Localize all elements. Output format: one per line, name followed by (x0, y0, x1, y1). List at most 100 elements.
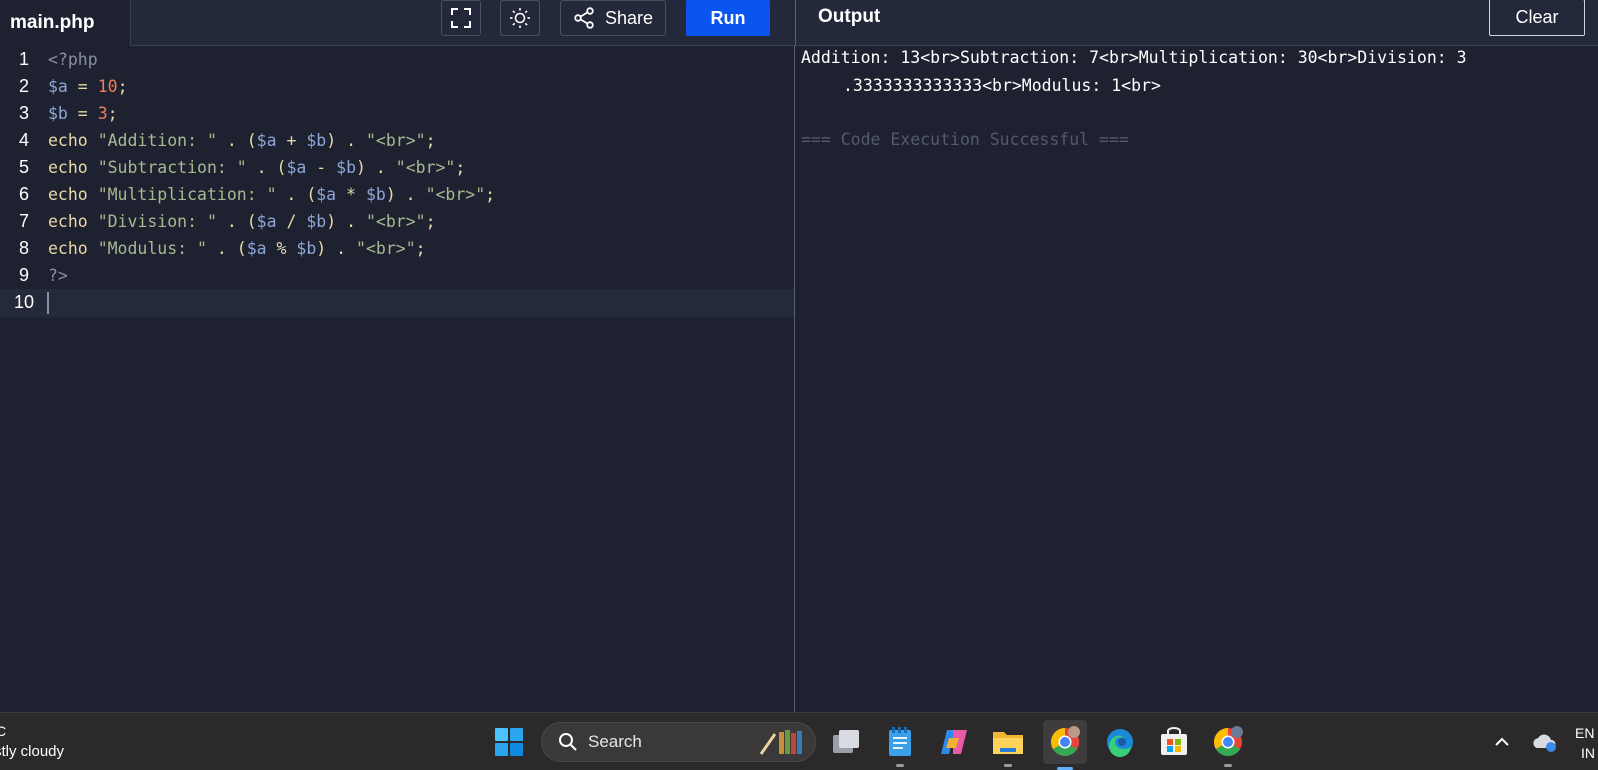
language-line: IN (1581, 745, 1595, 761)
token-op: - (306, 158, 337, 178)
token-string: "<br>" (395, 158, 456, 178)
text-cursor (47, 292, 49, 314)
token-op: ) (385, 185, 396, 205)
running-indicator (1224, 764, 1232, 767)
language-indicator[interactable]: EN IN (1575, 723, 1595, 763)
token-string: "<br>" (425, 185, 486, 205)
code-line: 5 echo "Subtraction: " . ($a - $b) . "<b… (0, 154, 795, 182)
weather-description[interactable]: stly cloudy (0, 743, 64, 760)
token-var: $b (48, 104, 68, 124)
token-string: "Multiplication: " (97, 185, 277, 205)
onedrive-button[interactable] (1526, 723, 1564, 761)
code-line: 4 echo "Addition: " . ($a + $b) . "<br>"… (0, 127, 795, 155)
code-line: 8 echo "Modulus: " . ($a % $b) . "<br>"; (0, 235, 795, 263)
onedrive-icon (1533, 734, 1556, 752)
php-open-tag: <?php (48, 50, 98, 70)
token-op: ( (306, 185, 317, 205)
token-var: $a (256, 212, 277, 232)
token-num: 3 (97, 104, 108, 124)
windows-taskbar: C stly cloudy Search EN IN (0, 712, 1598, 770)
code-line: 2 $a = 10; (0, 73, 795, 101)
code-editor[interactable]: 1 <?php 2 $a = 10; 3 $b = 3; 4 echo "Add… (0, 46, 795, 712)
token-var: $a (246, 239, 267, 259)
output-text-line: .3333333333333<br>Modulus: 1<br> (843, 76, 1161, 95)
token-var: $a (316, 185, 337, 205)
token-op: ; (425, 212, 436, 232)
token-op: % (266, 239, 297, 259)
token-op: = (67, 104, 98, 124)
token-string: "Subtraction: " (97, 158, 247, 178)
token-op: ; (485, 185, 496, 205)
line-number: 10 (13, 292, 35, 313)
token-var: $a (256, 131, 277, 151)
token-op: ( (246, 212, 257, 232)
line-number: 7 (18, 211, 29, 232)
token-var: $a (286, 158, 307, 178)
share-icon (574, 7, 594, 29)
line-number: 9 (18, 265, 29, 286)
token-op: . (206, 239, 237, 259)
token-op: . (216, 212, 247, 232)
theme-toggle-button[interactable] (500, 0, 540, 36)
file-explorer-button[interactable] (989, 723, 1027, 767)
copilot-icon (941, 730, 967, 754)
fullscreen-button[interactable] (441, 0, 481, 36)
php-close-tag: ?> (48, 266, 68, 286)
chrome-profile-button[interactable] (1209, 723, 1247, 767)
search-icon (559, 733, 577, 751)
sun-icon (510, 8, 530, 28)
task-view-button[interactable] (827, 723, 865, 761)
search-highlight-icon (759, 730, 802, 755)
top-bar: main.php Share Run Output Clear (0, 0, 1598, 46)
run-label: Run (710, 7, 746, 28)
clear-button[interactable]: Clear (1489, 0, 1585, 36)
editor-toolbar: Share Run (130, 0, 795, 46)
token-op: ( (236, 239, 247, 259)
token-string: "<br>" (365, 131, 426, 151)
copilot-button[interactable] (935, 723, 973, 761)
start-button[interactable] (490, 723, 528, 761)
task-view-icon (833, 730, 859, 753)
code-line: 3 $b = 3; (0, 100, 795, 128)
token-var: $b (336, 158, 357, 178)
search-label: Search (588, 732, 642, 751)
line-number: 2 (18, 76, 29, 97)
token-string: "Modulus: " (97, 239, 207, 259)
file-tab-main-php[interactable]: main.php (0, 0, 130, 46)
code-line-active[interactable]: 10 (0, 289, 795, 317)
token-op: ) (356, 158, 366, 178)
chrome-icon (1214, 726, 1243, 756)
output-text-line: Addition: 13<br>Subtraction: 7<br>Multip… (801, 48, 1467, 67)
chrome-button-active[interactable] (1043, 720, 1087, 770)
weather-temperature[interactable]: C (0, 723, 6, 739)
token-op: ) (326, 212, 337, 232)
token-op: = (67, 77, 98, 97)
token-num: 10 (97, 77, 118, 97)
code-line: 1 <?php (0, 46, 795, 74)
code-line: 9 ?> (0, 262, 795, 290)
run-button[interactable]: Run (686, 0, 770, 36)
token-var: $a (48, 77, 68, 97)
token-var: $b (306, 212, 327, 232)
running-indicator (1004, 764, 1012, 767)
share-label: Share (604, 7, 654, 28)
line-number: 4 (18, 130, 29, 151)
taskbar-search-box[interactable]: Search (541, 722, 816, 762)
token-echo: echo (48, 131, 88, 151)
token-op: ( (246, 131, 257, 151)
output-header: Output Clear (795, 0, 1598, 46)
line-number: 1 (18, 49, 29, 70)
line-number: 6 (18, 184, 29, 205)
token-var: $b (306, 131, 327, 151)
show-hidden-icons-button[interactable] (1483, 723, 1521, 761)
token-op: ) (316, 239, 327, 259)
token-echo: echo (48, 212, 88, 232)
token-op: . (336, 212, 366, 232)
microsoft-store-button[interactable] (1155, 723, 1193, 761)
chrome-icon (1051, 726, 1080, 756)
output-panel: Addition: 13<br>Subtraction: 7<br>Multip… (795, 46, 1598, 712)
notepad-button[interactable] (881, 723, 919, 767)
token-op: + (276, 131, 307, 151)
share-button[interactable]: Share (560, 0, 666, 36)
edge-button[interactable] (1101, 723, 1139, 761)
